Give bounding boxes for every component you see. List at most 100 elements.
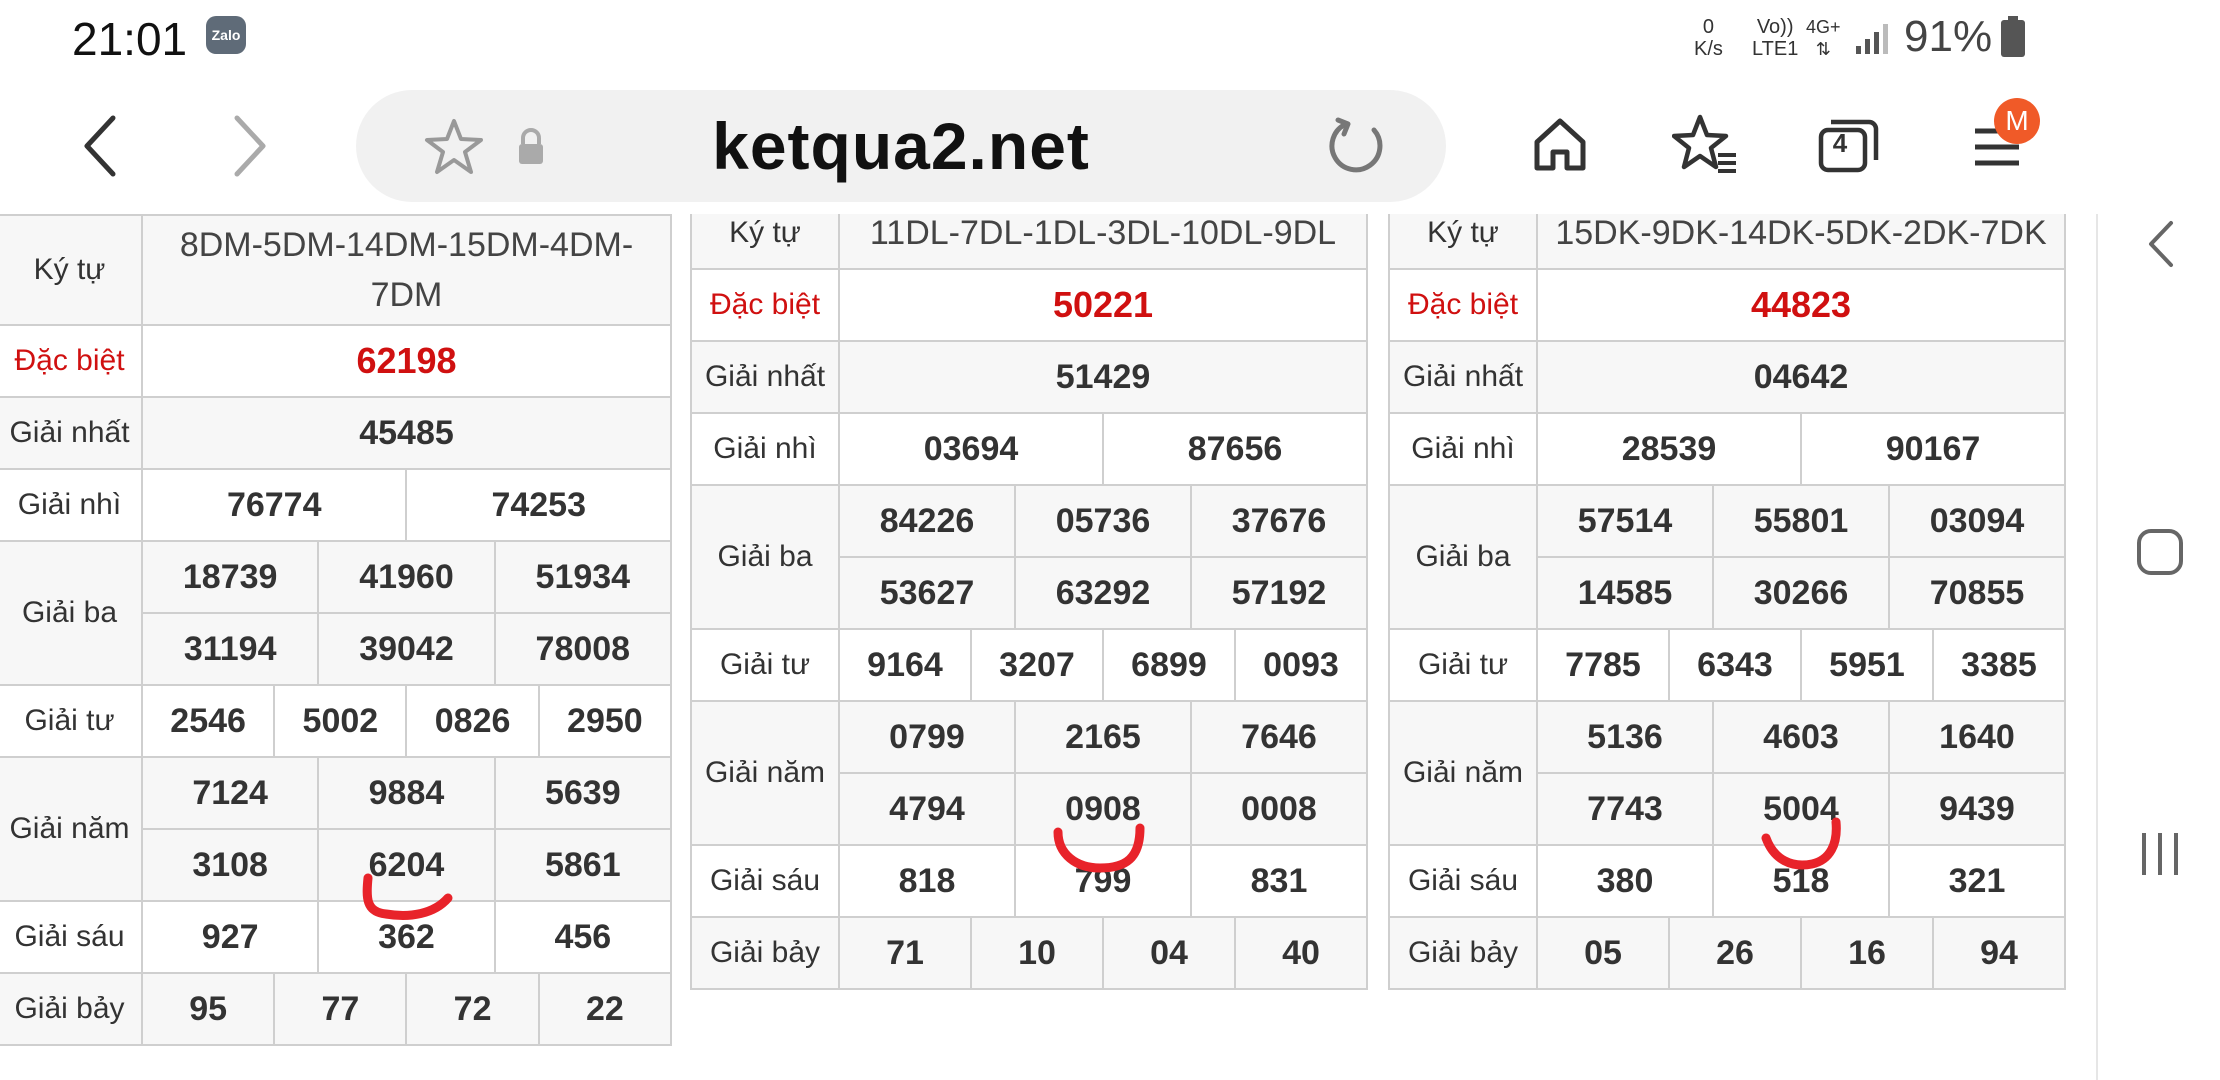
- label-giai-sau: Giải sáu: [690, 844, 840, 918]
- page-divider: [2096, 214, 2098, 1080]
- giai-tu-value: 5002: [273, 684, 408, 758]
- label-dac-biet: Đặc biệt: [690, 268, 840, 342]
- giai-tu-value: 2546: [140, 684, 276, 758]
- giai-nhi-value: 74253: [405, 468, 672, 542]
- giai-bay-value: 26: [1668, 916, 1802, 990]
- address-bar[interactable]: ketqua2.net: [356, 90, 1446, 202]
- tab-count: 4: [1832, 128, 1848, 158]
- menu-badge: M: [1994, 98, 2040, 144]
- giai-ba-value: 55801: [1712, 484, 1890, 558]
- giai-ba-value: 84226: [838, 484, 1016, 558]
- giai-ba-value: 57514: [1536, 484, 1714, 558]
- volte-indicator: Vo)) LTE1: [1752, 16, 1798, 60]
- page-content: Ký tự 8DM-5DM-14DM-15DM-4DM-7DM Đặc biệt…: [0, 214, 2100, 1080]
- giai-bay-value: 40: [1234, 916, 1368, 990]
- network-speed-value: 0: [1702, 16, 1715, 38]
- label-giai-nam: Giải năm: [0, 756, 143, 902]
- giai-nam-value: 0799: [838, 700, 1016, 774]
- giai-nam-value: 4794: [838, 772, 1016, 846]
- giai-nhi-value: 90167: [1800, 412, 2066, 486]
- battery-percent: 91%: [1904, 12, 1993, 61]
- giai-ba-value: 41960: [317, 540, 496, 614]
- chevron-left-icon: [84, 115, 116, 177]
- system-nav-bar: [2100, 214, 2220, 1080]
- giai-nam-value: 3108: [140, 828, 320, 902]
- giai-bay-value: 16: [1800, 916, 1934, 990]
- giai-nhat-value: 45485: [141, 396, 672, 470]
- data-arrows-icon: ⇅: [1815, 39, 1831, 59]
- giai-nam-value: 7646: [1190, 700, 1368, 774]
- nav-home-icon: [2137, 529, 2183, 575]
- giai-sau-value: 831: [1190, 844, 1368, 918]
- kytu-value: 8DM-5DM-14DM-15DM-4DM-7DM: [141, 214, 672, 326]
- nav-back-button[interactable]: [2130, 214, 2190, 274]
- giai-bay-value: 22: [537, 972, 673, 1046]
- label-giai-sau: Giải sáu: [1388, 844, 1538, 918]
- red-underline-mark: [1053, 823, 1145, 873]
- label-giai-bay: Giải bảy: [690, 916, 840, 990]
- label-giai-nhi: Giải nhì: [1388, 412, 1538, 486]
- giai-nam-value: 9884: [317, 756, 496, 830]
- giai-nam-value: 0008: [1190, 772, 1368, 846]
- giai-nhi-value: 76774: [140, 468, 408, 542]
- giai-bay-value: 72: [405, 972, 540, 1046]
- giai-ba-value: 37676: [1190, 484, 1368, 558]
- giai-nam-value: 5136: [1536, 700, 1714, 774]
- volte-top: Vo)): [1756, 16, 1794, 38]
- result-table-3: Ký tự 15DK-9DK-14DK-5DK-2DK-7DK Đặc biệt…: [1388, 214, 2066, 990]
- giai-ba-value: 14585: [1536, 556, 1714, 630]
- giai-tu-value: 6899: [1102, 628, 1236, 702]
- status-bar: 21:01 Zalo 0 K/s Vo)) LTE1 4G+ ⇅ 91%: [0, 0, 2220, 76]
- bookmarks-icon: [1672, 114, 1736, 173]
- network-speed-unit: K/s: [1694, 38, 1723, 60]
- giai-ba-value: 05736: [1014, 484, 1192, 558]
- forward-button[interactable]: [214, 104, 284, 188]
- dac-biet-value: 50221: [838, 268, 1368, 342]
- nav-recents-button[interactable]: [2130, 824, 2190, 884]
- giai-tu-value: 7785: [1536, 628, 1670, 702]
- bookmarks-button[interactable]: [1670, 108, 1740, 180]
- tabs-button[interactable]: 4: [1814, 110, 1884, 180]
- label-giai-tu: Giải tư: [1388, 628, 1538, 702]
- label-giai-ba: Giải ba: [0, 540, 143, 686]
- home-button[interactable]: [1528, 110, 1592, 180]
- giai-ba-value: 57192: [1190, 556, 1368, 630]
- giai-nam-value: 1640: [1888, 700, 2066, 774]
- label-giai-tu: Giải tư: [690, 628, 840, 702]
- dac-biet-value: 62198: [141, 324, 672, 398]
- giai-nam-value: 5861: [493, 828, 673, 902]
- nav-home-button[interactable]: [2130, 522, 2190, 582]
- label-giai-nhat: Giải nhất: [0, 396, 143, 470]
- giai-tu-value: 5951: [1800, 628, 1934, 702]
- network-speed: 0 K/s: [1694, 16, 1723, 60]
- back-button[interactable]: [66, 104, 136, 188]
- label-kytu: Ký tự: [690, 214, 840, 270]
- label-giai-nhi: Giải nhì: [0, 468, 143, 542]
- giai-tu-value: 6343: [1668, 628, 1802, 702]
- giai-sau-value: 380: [1536, 844, 1714, 918]
- giai-bay-value: 10: [970, 916, 1104, 990]
- url-text[interactable]: ketqua2.net: [356, 90, 1446, 202]
- giai-ba-value: 53627: [838, 556, 1016, 630]
- label-kytu: Ký tự: [0, 214, 143, 326]
- result-table-2: Ký tự 11DL-7DL-1DL-3DL-10DL-9DL Đặc biệt…: [690, 214, 1368, 990]
- red-underline-mark: [1761, 817, 1841, 870]
- giai-tu-value: 9164: [838, 628, 972, 702]
- giai-ba-value: 18739: [140, 540, 320, 614]
- label-giai-nhat: Giải nhất: [1388, 340, 1538, 414]
- red-underline-mark: [362, 873, 453, 920]
- reload-icon[interactable]: [1324, 114, 1388, 178]
- giai-sau-value: 456: [493, 900, 673, 974]
- label-giai-ba: Giải ba: [1388, 484, 1538, 630]
- giai-ba-value: 39042: [317, 612, 496, 686]
- label-dac-biet: Đặc biệt: [1388, 268, 1538, 342]
- giai-tu-value: 3385: [1932, 628, 2066, 702]
- nav-recents-icon: [2142, 833, 2178, 875]
- label-kytu: Ký tự: [1388, 214, 1538, 270]
- giai-bay-value: 94: [1932, 916, 2066, 990]
- zalo-icon: Zalo: [206, 16, 246, 54]
- label-giai-nam: Giải năm: [1388, 700, 1538, 846]
- giai-nhi-value: 87656: [1102, 412, 1368, 486]
- nav-back-icon: [2149, 221, 2173, 267]
- chevron-right-icon: [234, 115, 266, 177]
